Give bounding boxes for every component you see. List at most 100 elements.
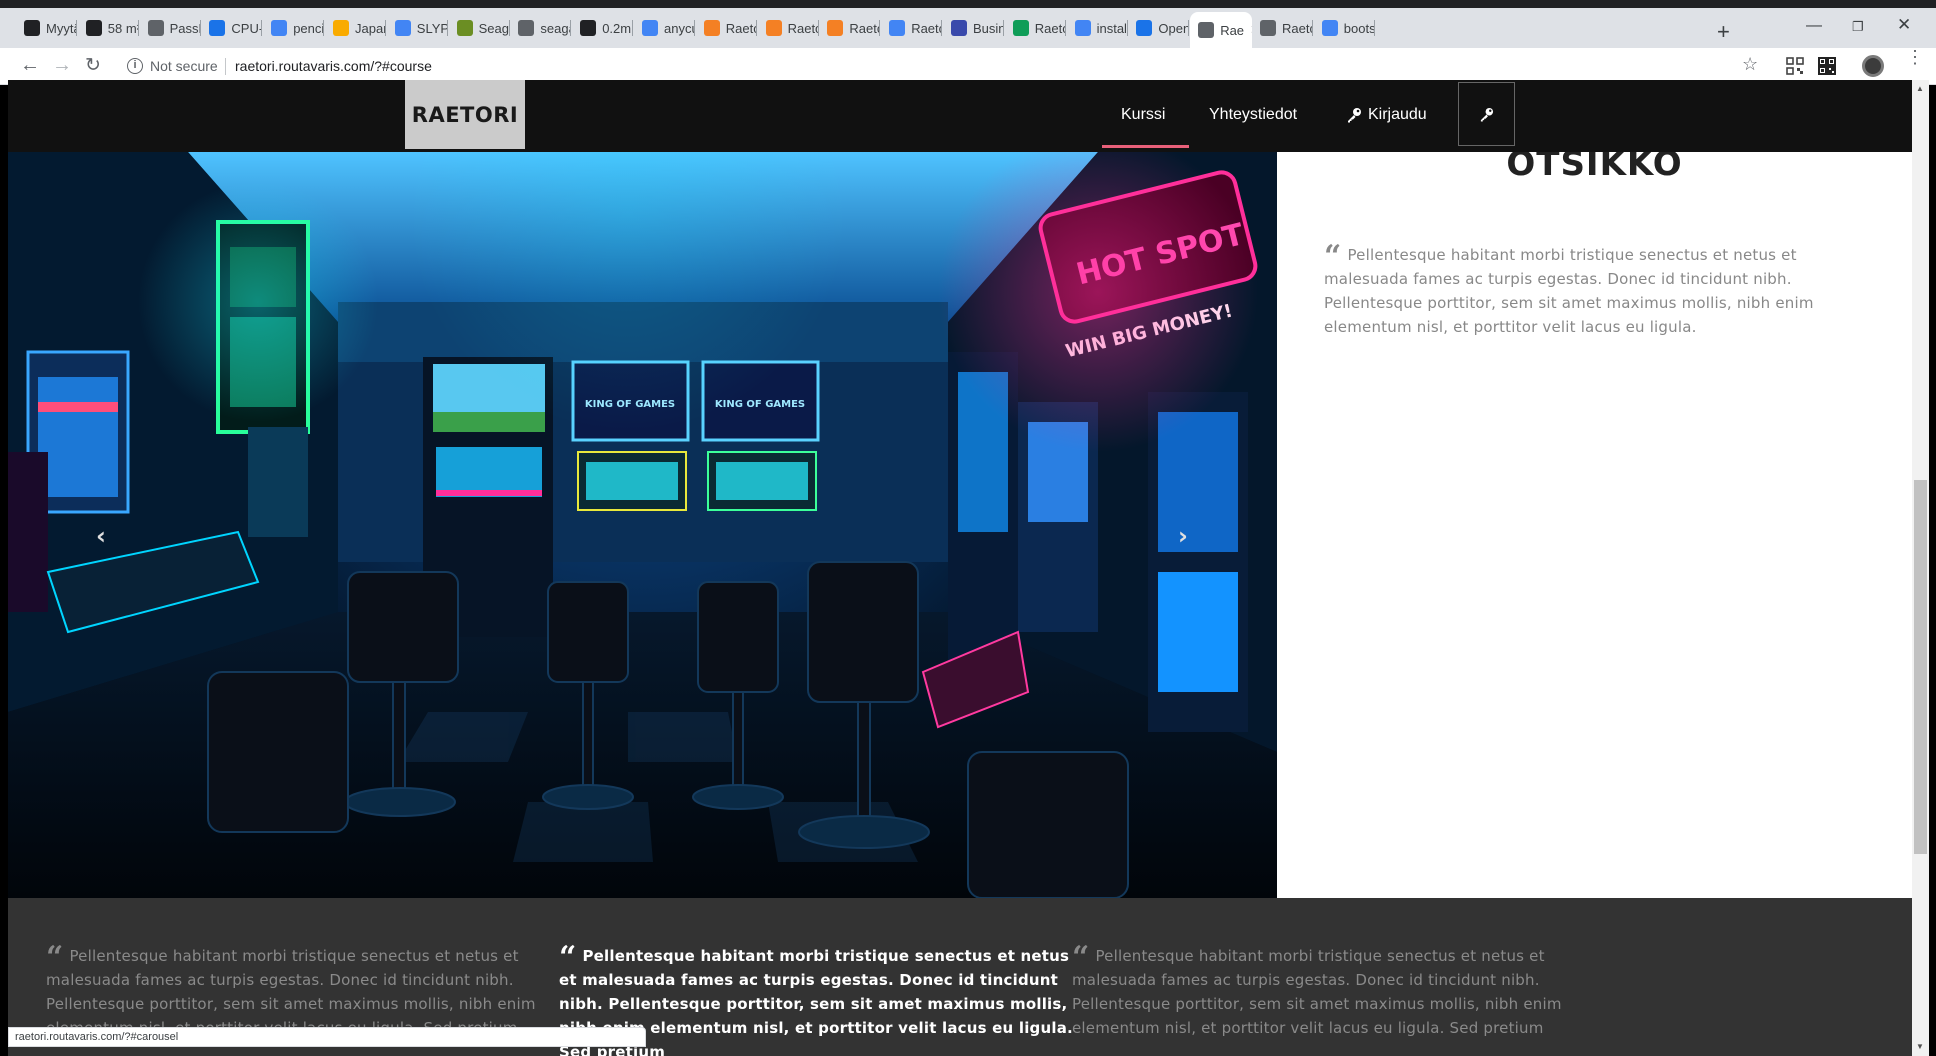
back-button[interactable]: ←	[20, 54, 40, 77]
nav-yhteystiedot[interactable]: Yhteystiedot	[1209, 102, 1297, 128]
browser-tab[interactable]: Busine	[943, 12, 1004, 44]
key-icon	[1348, 108, 1361, 123]
tab-title: 58 m²	[107, 20, 139, 36]
browser-tab[interactable]: seagat	[510, 12, 572, 44]
browser-tab[interactable]: anycub	[634, 12, 695, 44]
reload-button[interactable]: ↻	[85, 54, 101, 77]
tab-title: Raetor	[911, 20, 942, 36]
browser-tab[interactable]: Seagat	[449, 12, 510, 44]
chrome-icon	[24, 20, 40, 36]
brand-logo[interactable]: RAETORI	[405, 80, 525, 149]
tab-title: install	[1096, 20, 1128, 36]
google-icon	[271, 20, 288, 36]
browser-tab[interactable]: CPU-U	[201, 12, 263, 44]
browser-tab[interactable]: 58 m²	[78, 12, 139, 44]
browser-tab[interactable]: Raetor	[696, 12, 757, 44]
site-navbar: RAETORI Kurssi Yhteystiedot Kirjaudu	[8, 80, 1912, 152]
browser-tab[interactable]: Raetor	[1252, 12, 1313, 44]
browser-tab[interactable]: 0.2mm	[572, 12, 634, 44]
tab-title: Japane	[355, 20, 386, 36]
tab-separator	[1373, 20, 1375, 36]
qr-code-icon[interactable]	[1818, 57, 1836, 75]
close-window-button[interactable]: ✕	[1897, 15, 1911, 35]
browser-tab[interactable]: OpenF	[1128, 12, 1190, 44]
page-icon	[1198, 22, 1215, 38]
admin-key-button[interactable]	[1458, 82, 1515, 146]
arcade-room-image: KING OF GAMES KING OF GAMES	[8, 152, 1277, 898]
google-icon	[642, 20, 658, 36]
tab-title: PassM	[169, 20, 201, 36]
tab-title: Seagat	[478, 20, 510, 36]
browser-tab[interactable]: SLYPN	[387, 12, 448, 44]
tab-title: pencil	[293, 20, 325, 36]
tab-title: Raetor	[725, 20, 757, 36]
nav-kirjaudu[interactable]: Kirjaudu	[1346, 102, 1427, 128]
stackoverflow-icon	[827, 20, 844, 36]
b-icon	[580, 20, 597, 36]
browser-tab[interactable]: Raetor	[758, 12, 819, 44]
link-status-bar: raetori.routavaris.com/?#carousel	[8, 1027, 646, 1047]
browser-tab[interactable]: Rae✕	[1190, 12, 1253, 48]
quote-icon: “	[1324, 239, 1342, 274]
browser-tab[interactable]: Myytä	[16, 12, 77, 44]
bookmark-star-icon[interactable]: ☆	[1742, 54, 1758, 75]
seagate-icon	[456, 20, 473, 36]
browser-tab[interactable]: Raetor	[819, 12, 881, 44]
scroll-down-icon[interactable]: ▼	[1916, 1042, 1924, 1051]
tab-title: Raetor	[787, 20, 819, 36]
browser-menu-icon[interactable]: ⋮	[1906, 48, 1924, 66]
nav-kirjaudu-label: Kirjaudu	[1368, 106, 1427, 123]
tab-title: 0.2mm	[602, 20, 633, 36]
browser-tab[interactable]: pencil	[263, 12, 325, 44]
testimonial-3: “Pellentesque habitant morbi tristique s…	[1072, 943, 1592, 1040]
credit-card-icon	[147, 20, 164, 36]
qr-extension-icon[interactable]	[1786, 57, 1804, 75]
tab-title: Rae	[1220, 22, 1245, 38]
info-icon[interactable]: i	[127, 58, 143, 74]
browser-tab[interactable]: Raetor	[881, 12, 943, 44]
browser-tab[interactable]: install	[1067, 12, 1128, 44]
minimize-button[interactable]: —	[1806, 17, 1822, 35]
carousel-next-icon[interactable]: ›	[1178, 522, 1188, 550]
quote-body: Pellentesque habitant morbi tristique se…	[1324, 246, 1814, 336]
active-nav-indicator	[1102, 145, 1189, 148]
web-page: RAETORI Kurssi Yhteystiedot Kirjaudu KIN…	[8, 80, 1912, 1056]
course-info-panel: OTSIKKO “Pellentesque habitant morbi tri…	[1277, 144, 1912, 898]
tab-title: Myytä	[46, 20, 77, 36]
image-carousel[interactable]: KING OF GAMES KING OF GAMES ‹ ›	[8, 152, 1277, 898]
tab-title: Busine	[973, 20, 1004, 36]
chrome-icon	[85, 20, 102, 36]
bookmark-icon	[333, 20, 349, 36]
browser-tab-strip: Myytä 58 m² PassM CPU-U pencil Japane SLYPN Sea…	[0, 0, 1936, 48]
tab-title: OpenF	[1158, 20, 1190, 36]
page-scrollbar[interactable]: ▲ ▼	[1912, 80, 1929, 1056]
browser-tab[interactable]: PassM	[140, 12, 201, 44]
tab-title: Raetor	[849, 20, 880, 36]
carousel-prev-icon[interactable]: ‹	[96, 522, 106, 550]
address-bar[interactable]: raetori.routavaris.com/?#course	[235, 58, 432, 74]
profile-avatar[interactable]	[1862, 55, 1884, 77]
tab-title: SLYPN	[416, 20, 448, 36]
restore-button[interactable]: ❐	[1852, 19, 1864, 35]
browser-tab[interactable]: Raetor	[1005, 12, 1066, 44]
nav-yhteystiedot-label: Yhteystiedot	[1209, 106, 1298, 123]
google-icon	[394, 20, 411, 36]
tab-title: seagat	[540, 20, 571, 36]
browser-tab[interactable]: Japane	[325, 12, 386, 44]
new-tab-button[interactable]: +	[1717, 19, 1730, 45]
stackoverflow-icon	[765, 20, 782, 36]
security-label[interactable]: Not secure	[150, 58, 218, 74]
forward-button[interactable]: →	[52, 54, 72, 77]
key-icon	[1480, 107, 1494, 122]
browser-tab[interactable]: bootst	[1314, 12, 1375, 44]
tab-title: Raetor	[1034, 20, 1066, 36]
nav-kurssi[interactable]: Kurssi	[1121, 102, 1165, 128]
link-icon	[1136, 20, 1153, 36]
page-icon	[1260, 20, 1276, 36]
testimonial-1: “Pellentesque habitant morbi tristique s…	[46, 943, 566, 1040]
lock-icon	[518, 20, 535, 36]
tab-title: anycub	[664, 20, 695, 36]
scrollbar-thumb[interactable]	[1914, 480, 1927, 854]
scroll-up-icon[interactable]: ▲	[1916, 84, 1924, 93]
testimonial-body: Pellentesque habitant morbi tristique se…	[1072, 947, 1562, 1037]
